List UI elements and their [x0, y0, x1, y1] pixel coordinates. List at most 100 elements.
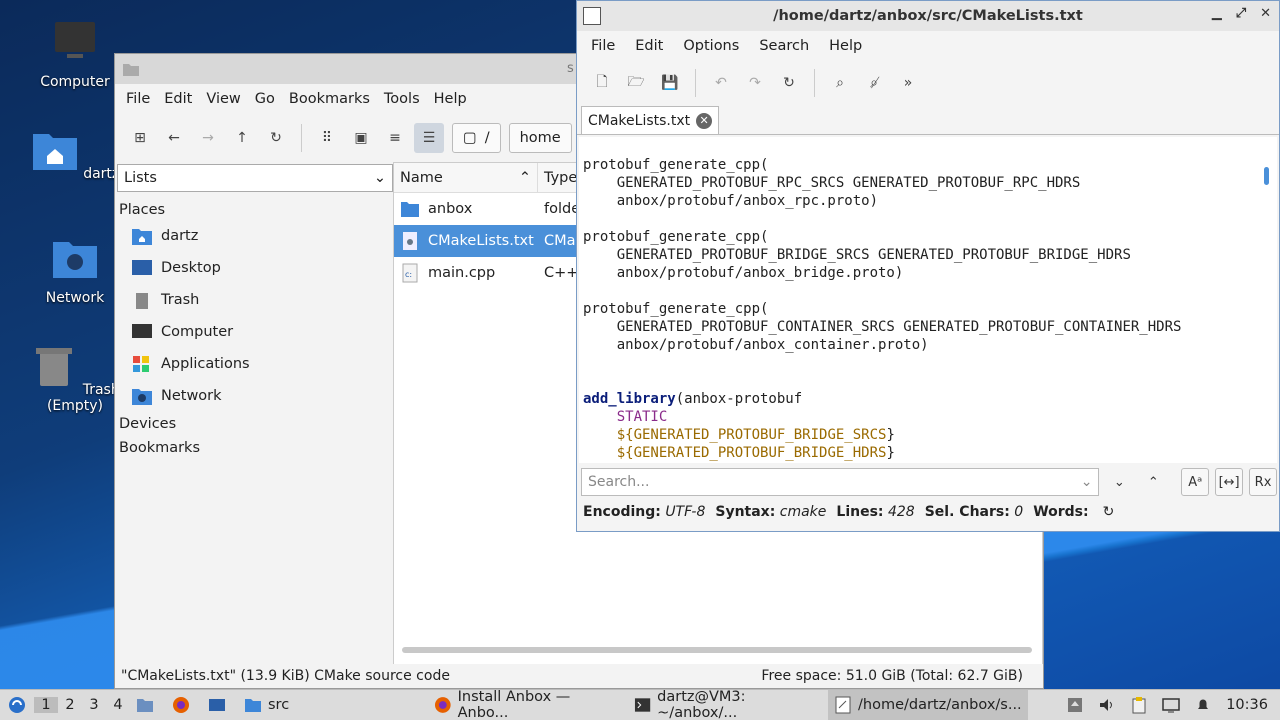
folder-icon	[245, 699, 261, 712]
places-header[interactable]: Places	[117, 192, 393, 220]
find-previous-button[interactable]: ⌃	[1139, 468, 1167, 496]
editor-menu-file[interactable]: File	[581, 38, 625, 54]
bell-icon[interactable]	[1194, 696, 1212, 714]
start-menu-button[interactable]	[0, 690, 34, 720]
side-pane-mode-label: Lists	[124, 170, 157, 186]
menu-bookmarks[interactable]: Bookmarks	[282, 91, 377, 107]
menu-help[interactable]: Help	[427, 91, 474, 107]
tab-close-icon[interactable]: ✕	[696, 112, 713, 129]
detailed-view-button[interactable]: ☰	[414, 123, 444, 153]
firefox-icon	[173, 697, 189, 713]
text-editor-icon	[835, 696, 851, 714]
place-network[interactable]: Network	[117, 380, 393, 412]
workspace-1[interactable]: 1	[34, 697, 58, 713]
regex-icon: Rx	[1254, 474, 1272, 490]
code-line: anbox/protobuf/anbox_rpc.proto)	[583, 193, 879, 209]
clear-highlight-button[interactable]: ⌕̸	[859, 68, 889, 98]
forward-button[interactable]: →	[193, 123, 223, 153]
find-next-button[interactable]: ⌄	[1105, 468, 1133, 496]
image-icon: ▣	[354, 130, 368, 146]
regex-button[interactable]: Rx	[1249, 468, 1277, 496]
whole-word-button[interactable]: [↔]	[1215, 468, 1244, 496]
code-area[interactable]: protobuf_generate_cpp( GENERATED_PROTOBU…	[579, 137, 1277, 463]
chevron-down-icon[interactable]: ⌄	[1081, 474, 1093, 490]
file-name: main.cpp	[428, 265, 496, 281]
editor-app-icon	[583, 7, 601, 25]
menu-file[interactable]: File	[119, 91, 157, 107]
search-input[interactable]: Search... ⌄	[581, 468, 1100, 496]
task-firefox[interactable]: Install Anbox — Anbo...	[428, 689, 628, 720]
column-type[interactable]: Type	[538, 170, 577, 186]
editor-titlebar[interactable]: /home/dartz/anbox/src/CMakeLists.txt ▁ ⤢…	[577, 1, 1279, 31]
vertical-scrollbar[interactable]	[1264, 167, 1269, 185]
volume-icon[interactable]	[1098, 696, 1116, 714]
place-label: Trash	[161, 292, 200, 308]
place-desktop[interactable]: Desktop	[117, 252, 393, 284]
menu-tools[interactable]: Tools	[377, 91, 427, 107]
workspace-4[interactable]: 4	[106, 697, 130, 713]
redo-button[interactable]: ↷	[740, 68, 770, 98]
workspace-2[interactable]: 2	[58, 697, 82, 713]
place-applications[interactable]: Applications	[117, 348, 393, 380]
up-button[interactable]: ↑	[227, 123, 257, 153]
close-icon[interactable]: ✕	[1260, 6, 1271, 21]
match-case-button[interactable]: Aᵃ	[1181, 468, 1210, 496]
find-button[interactable]: ⌕	[825, 68, 855, 98]
reload-button[interactable]: ↻	[774, 68, 804, 98]
task-label: /home/dartz/anbox/s...	[858, 697, 1022, 713]
breadcrumb-root[interactable]: ▢ /	[452, 123, 501, 153]
new-tab-button[interactable]: ⊞	[125, 123, 155, 153]
workspace-3[interactable]: 3	[82, 697, 106, 713]
column-name[interactable]: Name ⌃	[394, 163, 538, 192]
editor-menu-options[interactable]: Options	[673, 38, 749, 54]
bookmarks-header[interactable]: Bookmarks	[117, 434, 393, 458]
clipboard-icon[interactable]	[1130, 696, 1148, 714]
back-button[interactable]: ←	[159, 123, 189, 153]
place-trash[interactable]: Trash	[117, 284, 393, 316]
open-file-button[interactable]: 🗁	[621, 68, 651, 98]
devices-header[interactable]: Devices	[117, 412, 393, 434]
quicklaunch-firefox[interactable]	[166, 690, 202, 720]
horizontal-scrollbar[interactable]	[402, 647, 1032, 653]
reload-button[interactable]: ↻	[261, 123, 291, 153]
compact-view-button[interactable]: ≡	[380, 123, 410, 153]
menu-edit[interactable]: Edit	[157, 91, 199, 107]
menu-view[interactable]: View	[199, 91, 247, 107]
upload-icon[interactable]	[1066, 696, 1084, 714]
reload-icon: ↻	[270, 130, 282, 146]
new-tab-icon: ⊞	[134, 130, 146, 146]
task-editor[interactable]: /home/dartz/anbox/s...	[828, 690, 1028, 720]
minimize-icon[interactable]: ▁	[1212, 6, 1222, 21]
monitor-icon[interactable]	[1162, 696, 1180, 714]
more-tools-button[interactable]: »	[893, 68, 923, 98]
thumbnail-view-button[interactable]: ▣	[346, 123, 376, 153]
clock[interactable]: 10:36	[1226, 697, 1268, 713]
list-icon: ≡	[389, 130, 401, 146]
quicklaunch-file-manager[interactable]	[130, 690, 166, 720]
editor-menu-help[interactable]: Help	[819, 38, 872, 54]
task-label: src	[268, 697, 290, 713]
editor-menu-edit[interactable]: Edit	[625, 38, 673, 54]
editor-menubar: File Edit Options Search Help	[577, 31, 1279, 61]
place-computer[interactable]: Computer	[117, 316, 393, 348]
undo-button[interactable]: ↶	[706, 68, 736, 98]
menu-go[interactable]: Go	[248, 91, 282, 107]
toolbar-separator	[695, 69, 696, 97]
quicklaunch-show-desktop[interactable]	[202, 690, 238, 720]
maximize-icon[interactable]: ⤢	[1236, 6, 1246, 21]
place-dartz[interactable]: dartz	[117, 220, 393, 252]
refresh-words-icon[interactable]: ↻	[1103, 504, 1115, 520]
chevron-double-right-icon: »	[903, 75, 913, 91]
editor-menu-search[interactable]: Search	[749, 38, 819, 54]
trash-icon	[136, 293, 148, 309]
save-button[interactable]: 💾	[655, 68, 685, 98]
icon-view-button[interactable]: ⠿	[312, 123, 342, 153]
tab-cmakelists[interactable]: CMakeLists.txt ✕	[581, 106, 720, 134]
computer-icon	[55, 22, 95, 58]
task-src[interactable]: src	[238, 690, 428, 720]
breadcrumb-home[interactable]: home	[508, 123, 572, 153]
new-file-button[interactable]: 🗋	[587, 68, 617, 98]
task-terminal[interactable]: dartz@VM3: ~/anbox/...	[628, 689, 828, 720]
side-pane-mode-select[interactable]: Lists ⌄	[117, 164, 393, 192]
lines-value: 428	[887, 504, 915, 520]
